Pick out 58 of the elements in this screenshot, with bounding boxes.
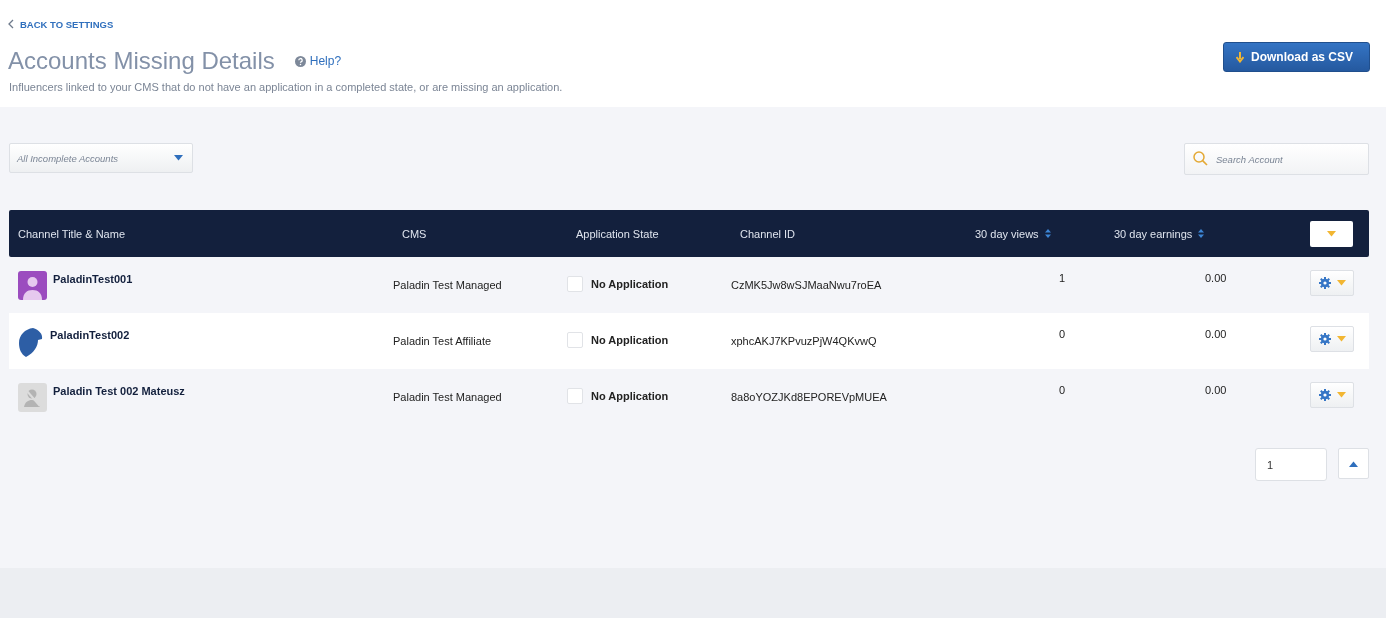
checkbox[interactable] — [567, 332, 583, 348]
sort-icon[interactable] — [1044, 229, 1051, 238]
download-arrow-icon — [1235, 51, 1244, 63]
avatar-icon — [18, 383, 47, 412]
cms-cell-text: Paladin Test Managed — [393, 390, 503, 403]
checkbox[interactable] — [567, 388, 583, 404]
column-header[interactable]: 30 day views — [975, 227, 1051, 240]
views-cell: 0 — [1059, 328, 1066, 340]
channel-name: Paladin Test 002 Mateusz — [53, 385, 185, 397]
views-cell: 0 — [1059, 384, 1066, 396]
earnings-cell: 0.00 — [1205, 272, 1227, 284]
row-actions-button[interactable] — [1310, 382, 1354, 408]
application-state: No Application — [591, 278, 669, 290]
column-menu-button[interactable] — [1310, 220, 1353, 247]
search-icon — [1193, 151, 1208, 166]
help-link[interactable]: Help? — [294, 54, 342, 68]
caret-icon — [1336, 280, 1346, 286]
column-header: Channel Title & Name — [18, 227, 125, 240]
gear-icon — [1318, 277, 1331, 289]
column-header[interactable]: 30 day earnings — [1114, 227, 1205, 240]
channel-name: PaladinTest001 — [53, 273, 133, 285]
cms-cell-text: Paladin Test Managed — [393, 278, 503, 291]
channel-id-cell-text: 8a8oYOZJKd8EPOREVpMUEA — [731, 390, 888, 403]
row-actions-button[interactable] — [1310, 326, 1354, 352]
scroll-up-button[interactable] — [1338, 448, 1369, 479]
application-state: No Application — [591, 390, 669, 402]
back-link[interactable]: BACK TO SETTINGS — [8, 18, 114, 30]
sort-icon[interactable] — [1198, 229, 1205, 238]
logo-icon — [18, 327, 44, 357]
row-actions-button[interactable] — [1310, 270, 1354, 296]
application-state: No Application — [591, 334, 669, 346]
caret-icon — [174, 155, 183, 161]
caret-up-icon — [1349, 460, 1358, 467]
page-number-field[interactable]: 1 — [1255, 448, 1327, 481]
column-header: CMS — [402, 227, 427, 240]
caret-icon — [1336, 336, 1346, 342]
download-button[interactable]: Download as CSV — [1222, 42, 1370, 72]
earnings-cell: 0.00 — [1205, 328, 1227, 340]
avatar-icon — [18, 271, 47, 300]
column-header: Channel ID — [740, 227, 796, 240]
caret-icon — [1336, 392, 1346, 398]
views-cell: 1 — [1059, 272, 1066, 284]
channel-name: PaladinTest002 — [50, 329, 130, 341]
earnings-cell: 0.00 — [1205, 384, 1227, 396]
checkbox[interactable] — [567, 276, 583, 292]
chevron-left-icon — [8, 19, 14, 29]
gear-icon — [1318, 333, 1331, 345]
caret-icon — [1327, 230, 1336, 237]
search-field[interactable]: Search Account — [1184, 143, 1369, 175]
page-title: Accounts Missing Details — [8, 47, 275, 75]
column-header: Application State — [576, 227, 659, 240]
question-icon — [294, 55, 306, 67]
filter-dropdown[interactable]: All Incomplete Accounts — [9, 143, 193, 173]
gear-icon — [1318, 389, 1331, 401]
page-description: Influencers linked to your CMS that do not have an application in a completed state, or are missing an application. — [9, 81, 563, 93]
channel-id-cell-text: CzMK5Jw8wSJMaaNwu7roEA — [731, 278, 883, 291]
cms-cell-text: Paladin Test Affiliate — [393, 334, 493, 347]
channel-id-cell-text: xphcAKJ7KPvuzPjW4QKvwQ — [731, 334, 878, 347]
